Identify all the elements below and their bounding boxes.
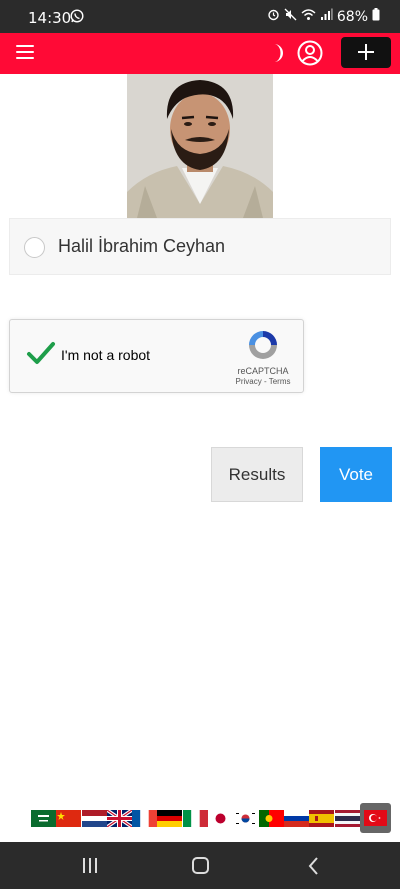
recaptcha-widget: I'm not a robot reCAPTCHA Privacy - Term… xyxy=(9,319,304,393)
flag-german-icon[interactable] xyxy=(157,810,183,827)
candidate-photo xyxy=(127,74,273,218)
flag-thai-icon[interactable] xyxy=(334,810,360,827)
captcha-links: Privacy - Terms xyxy=(222,377,304,386)
captcha-brand: reCAPTCHA xyxy=(237,366,289,376)
status-time: 14:30 xyxy=(28,9,72,27)
flag-spanish-icon[interactable] xyxy=(309,810,335,827)
moon-icon[interactable] xyxy=(264,41,288,65)
option-label: Halil İbrahim Ceyhan xyxy=(58,236,226,256)
option-radio[interactable] xyxy=(24,237,45,258)
flag-japanese-icon[interactable] xyxy=(208,810,234,827)
add-button[interactable] xyxy=(341,37,391,68)
flag-french-icon[interactable] xyxy=(132,810,158,827)
back-icon[interactable] xyxy=(306,856,320,876)
signal-icon xyxy=(320,8,333,25)
language-flags xyxy=(31,807,360,830)
vote-button[interactable]: Vote xyxy=(320,447,392,502)
privacy-link[interactable]: Privacy xyxy=(236,377,262,386)
home-icon[interactable] xyxy=(192,857,209,874)
flag-english-icon[interactable] xyxy=(106,810,132,827)
user-circle-icon[interactable] xyxy=(297,40,323,66)
battery-percent: 68% xyxy=(336,8,368,25)
flag-dutch-icon[interactable] xyxy=(81,810,107,827)
poll-option[interactable]: Halil İbrahim Ceyhan xyxy=(9,218,391,275)
battery-icon xyxy=(372,8,380,25)
status-indicators: 68% xyxy=(267,8,380,25)
flag-korean-icon[interactable] xyxy=(233,810,259,827)
results-button[interactable]: Results xyxy=(211,447,303,502)
flag-portuguese-icon[interactable] xyxy=(258,810,284,827)
flag-arabic-icon[interactable] xyxy=(31,810,56,827)
flag-russian-icon[interactable] xyxy=(283,810,309,827)
app-header xyxy=(0,33,400,74)
mute-icon xyxy=(284,8,297,25)
system-nav-bar xyxy=(0,842,400,889)
status-bar: 14:30 68% xyxy=(0,0,400,33)
wifi-icon xyxy=(301,8,316,25)
alarm-icon xyxy=(267,8,280,25)
terms-link[interactable]: Terms xyxy=(269,377,291,386)
flag-italian-icon[interactable] xyxy=(182,810,208,827)
flag-turkish-icon[interactable] xyxy=(360,803,391,833)
hamburger-menu-icon[interactable] xyxy=(16,45,34,61)
recents-icon[interactable] xyxy=(82,858,98,874)
recaptcha-logo-icon xyxy=(246,328,280,362)
link-separator: - xyxy=(261,377,269,386)
flag-chinese-icon[interactable] xyxy=(56,810,82,827)
captcha-label: I'm not a robot xyxy=(61,347,151,363)
whatsapp-icon xyxy=(70,9,84,28)
checkmark-icon[interactable] xyxy=(26,340,56,368)
